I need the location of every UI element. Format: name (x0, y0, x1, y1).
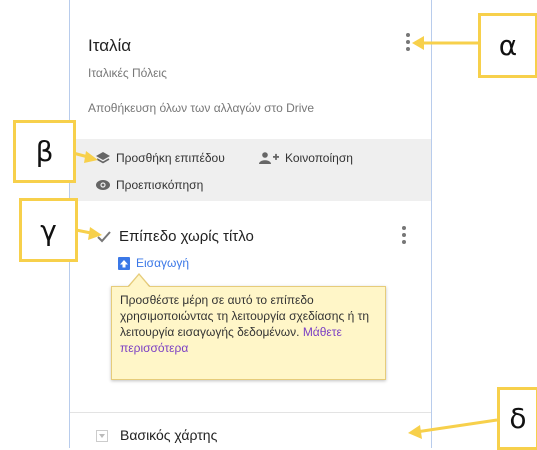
callout-a-arrowhead (412, 36, 424, 50)
callout-d-arrowhead (408, 425, 422, 439)
callout-a: α (478, 13, 537, 78)
callout-b: β (13, 120, 76, 183)
callout-d-line (415, 418, 498, 434)
callout-d: δ (497, 387, 537, 450)
callout-c: γ (19, 198, 78, 262)
callout-c-arrowhead (88, 227, 102, 240)
callout-b-arrowhead (84, 151, 98, 163)
callout-arrows (72, 36, 498, 439)
